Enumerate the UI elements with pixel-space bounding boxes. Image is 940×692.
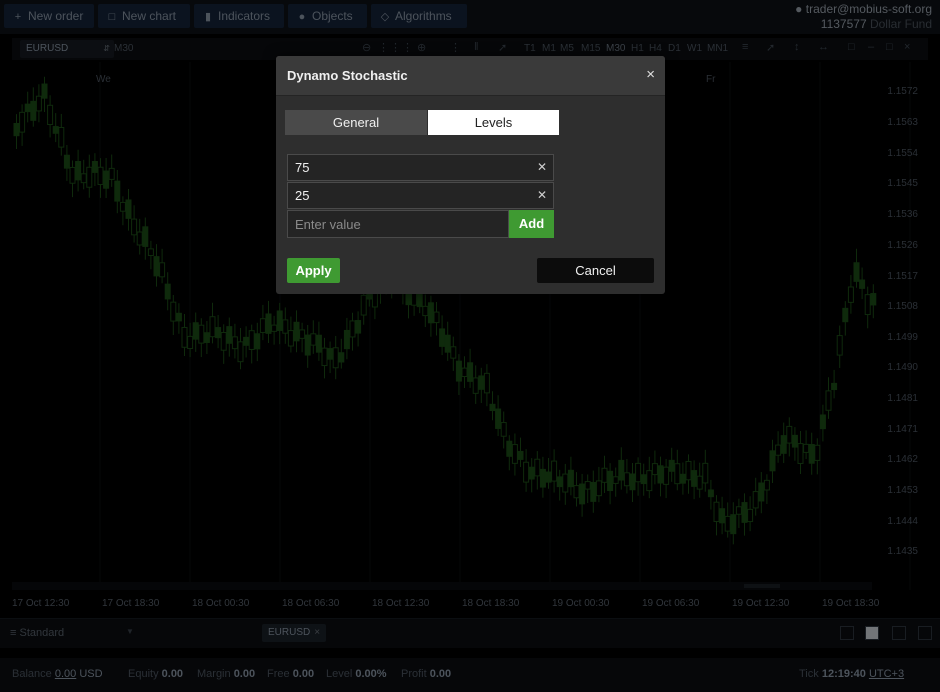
apply-button[interactable]: Apply [287,258,340,283]
close-icon[interactable]: × [646,66,655,83]
remove-level-icon[interactable]: ✕ [537,183,547,208]
level-field[interactable]: 75 ✕ [287,154,554,181]
dialog-header: Dynamo Stochastic × [276,56,665,96]
new-level-input[interactable] [287,210,509,238]
indicator-settings-dialog: Dynamo Stochastic × General Levels 75 ✕ … [276,56,665,294]
tab-levels[interactable]: Levels [428,110,559,135]
level-value: 75 [295,160,310,175]
dialog-title: Dynamo Stochastic [287,68,408,83]
tab-general[interactable]: General [285,110,427,135]
level-value: 25 [295,188,310,203]
cancel-button[interactable]: Cancel [537,258,654,283]
remove-level-icon[interactable]: ✕ [537,155,547,180]
level-field[interactable]: 25 ✕ [287,182,554,209]
add-level-button[interactable]: Add [509,210,554,238]
